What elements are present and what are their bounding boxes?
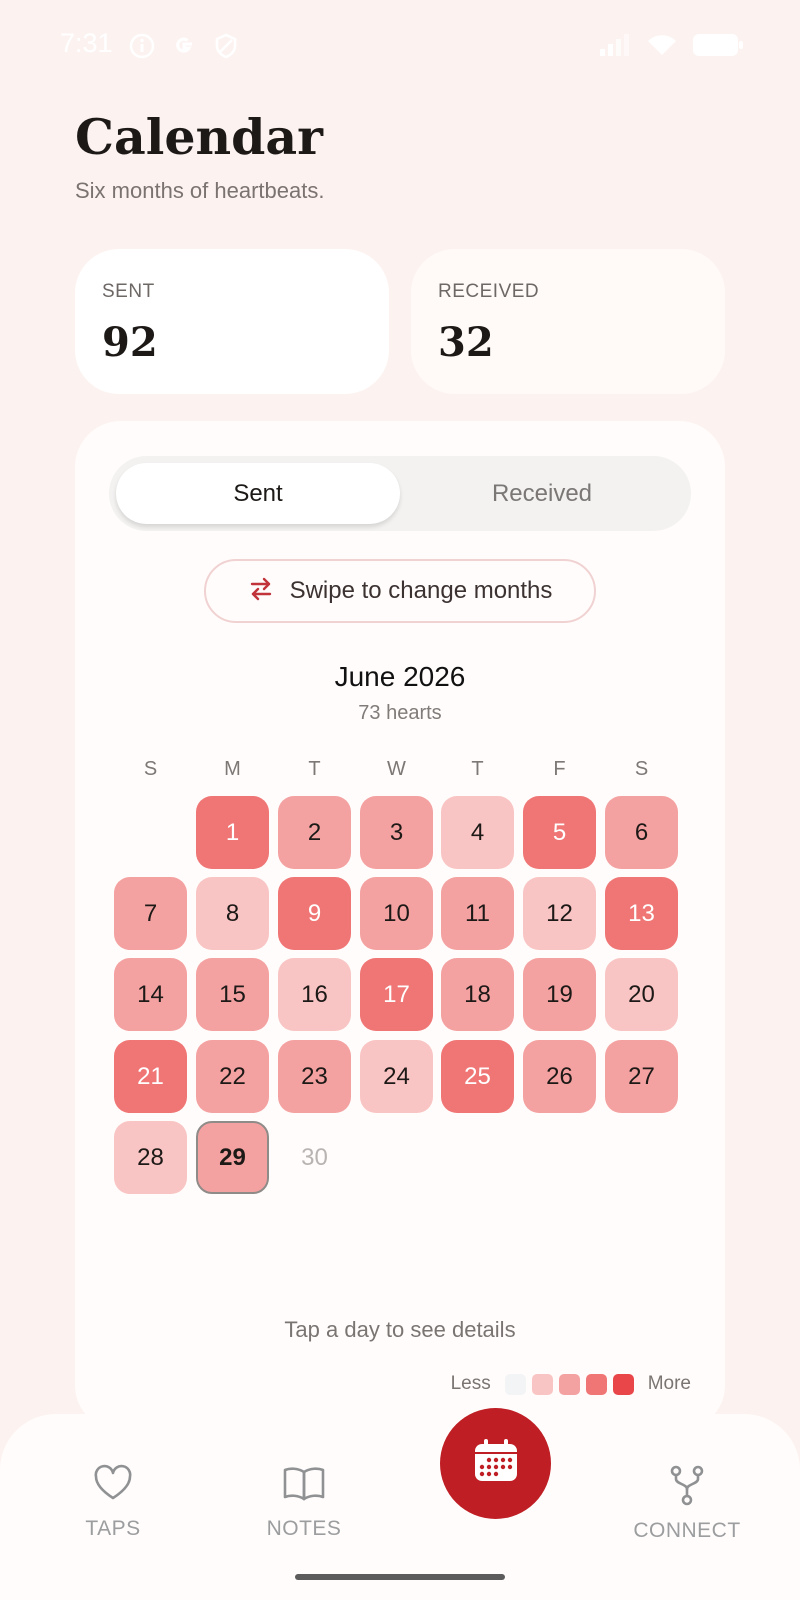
nav-connect[interactable]: CONNECT xyxy=(617,1464,757,1543)
legend-swatch-3 xyxy=(585,1373,607,1395)
home-indicator xyxy=(295,1574,505,1580)
day-cell-today[interactable]: 29 xyxy=(196,1121,269,1194)
weekday-tue: T xyxy=(308,758,321,780)
day-cell[interactable]: 7 xyxy=(114,877,187,950)
swipe-hint-label: Swipe to change months xyxy=(289,577,553,604)
page-title: Calendar xyxy=(75,108,323,166)
month-heart-count: 73 hearts xyxy=(358,702,442,724)
swipe-hint-pill[interactable]: Swipe to change months xyxy=(204,559,596,623)
wifi-icon xyxy=(646,33,678,62)
day-cell[interactable]: 11 xyxy=(441,877,514,950)
day-cell[interactable]: 10 xyxy=(360,877,433,950)
day-cell[interactable]: 8 xyxy=(196,877,269,950)
day-cell[interactable]: 1 xyxy=(196,796,269,869)
connect-fork-icon xyxy=(667,1465,707,1510)
day-cell[interactable]: 24 xyxy=(360,1040,433,1113)
weekday-sun: S xyxy=(143,758,158,780)
status-time: 7:31 xyxy=(60,28,113,58)
page-subtitle: Six months of heartbeats. xyxy=(75,178,325,203)
weekday-sat: S xyxy=(634,758,649,780)
weekday-wed: W xyxy=(387,758,406,780)
book-icon xyxy=(282,1467,326,1508)
status-icons-left xyxy=(128,32,240,60)
tap-hint: Tap a day to see details xyxy=(284,1317,516,1342)
day-cell[interactable]: 23 xyxy=(278,1040,351,1113)
nav-notes[interactable]: NOTES xyxy=(234,1464,374,1541)
day-cell[interactable]: 30 xyxy=(278,1121,351,1194)
legend-more-label: More xyxy=(647,1373,691,1394)
nav-taps-label: TAPS xyxy=(85,1517,141,1540)
day-cell[interactable]: 4 xyxy=(441,796,514,869)
received-stat-label: RECEIVED xyxy=(438,281,540,302)
day-cell[interactable]: 26 xyxy=(523,1040,596,1113)
heart-icon xyxy=(93,1464,133,1508)
signal-icon xyxy=(598,33,632,62)
nav-connect-label: CONNECT xyxy=(633,1519,741,1542)
shield-icon xyxy=(212,32,240,60)
day-cell[interactable]: 13 xyxy=(605,877,678,950)
day-cell[interactable]: 9 xyxy=(278,877,351,950)
day-cell[interactable]: 19 xyxy=(523,958,596,1031)
tab-sent[interactable]: Sent xyxy=(116,463,400,524)
weekday-thu: T xyxy=(471,758,484,780)
day-cell[interactable]: 3 xyxy=(360,796,433,869)
day-cell[interactable]: 25 xyxy=(441,1040,514,1113)
battery-icon xyxy=(692,32,744,63)
day-cell[interactable]: 21 xyxy=(114,1040,187,1113)
intensity-legend: Less More xyxy=(451,1373,691,1395)
nav-calendar-button[interactable] xyxy=(440,1408,551,1519)
google-icon xyxy=(170,32,198,60)
sent-stat-value: 92 xyxy=(102,319,158,366)
legend-less-label: Less xyxy=(450,1373,491,1394)
day-cell[interactable]: 12 xyxy=(523,877,596,950)
day-cell[interactable]: 16 xyxy=(278,958,351,1031)
legend-swatch-0 xyxy=(504,1373,526,1395)
bottom-nav: TAPS NOTES CONNECT xyxy=(0,1408,800,1600)
status-bar: 7:31 xyxy=(0,0,800,90)
legend-swatch-1 xyxy=(531,1373,553,1395)
day-cell[interactable]: 28 xyxy=(114,1121,187,1194)
day-cell[interactable]: 22 xyxy=(196,1040,269,1113)
received-stat-value: 32 xyxy=(438,319,494,366)
sent-received-toggle: Sent Received xyxy=(109,456,691,531)
status-icons-right xyxy=(598,32,744,63)
sent-stat-card: SENT 92 xyxy=(75,249,389,394)
day-cell[interactable]: 5 xyxy=(523,796,596,869)
nav-taps[interactable]: TAPS xyxy=(43,1464,183,1541)
info-icon xyxy=(128,32,156,60)
legend-swatch-2 xyxy=(558,1373,580,1395)
day-cell[interactable]: 2 xyxy=(278,796,351,869)
sent-stat-label: SENT xyxy=(102,281,155,302)
day-cell[interactable]: 20 xyxy=(605,958,678,1031)
day-cell[interactable]: 14 xyxy=(114,958,187,1031)
swap-arrows-icon xyxy=(248,576,274,607)
day-cell[interactable]: 15 xyxy=(196,958,269,1031)
day-cell[interactable]: 6 xyxy=(605,796,678,869)
day-cell[interactable]: 27 xyxy=(605,1040,678,1113)
tab-received[interactable]: Received xyxy=(400,463,684,524)
weekday-fri: F xyxy=(553,758,566,780)
month-title: June 2026 xyxy=(334,661,466,692)
nav-notes-label: NOTES xyxy=(266,1517,342,1540)
weekday-mon: M xyxy=(224,758,241,780)
day-cell[interactable]: 18 xyxy=(441,958,514,1031)
received-stat-card: RECEIVED 32 xyxy=(411,249,725,394)
calendar-card: Sent Received Swipe to change months Jun… xyxy=(75,421,725,1431)
day-cell[interactable]: 17 xyxy=(360,958,433,1031)
legend-swatch-4 xyxy=(612,1373,634,1395)
calendar-icon xyxy=(472,1437,520,1490)
